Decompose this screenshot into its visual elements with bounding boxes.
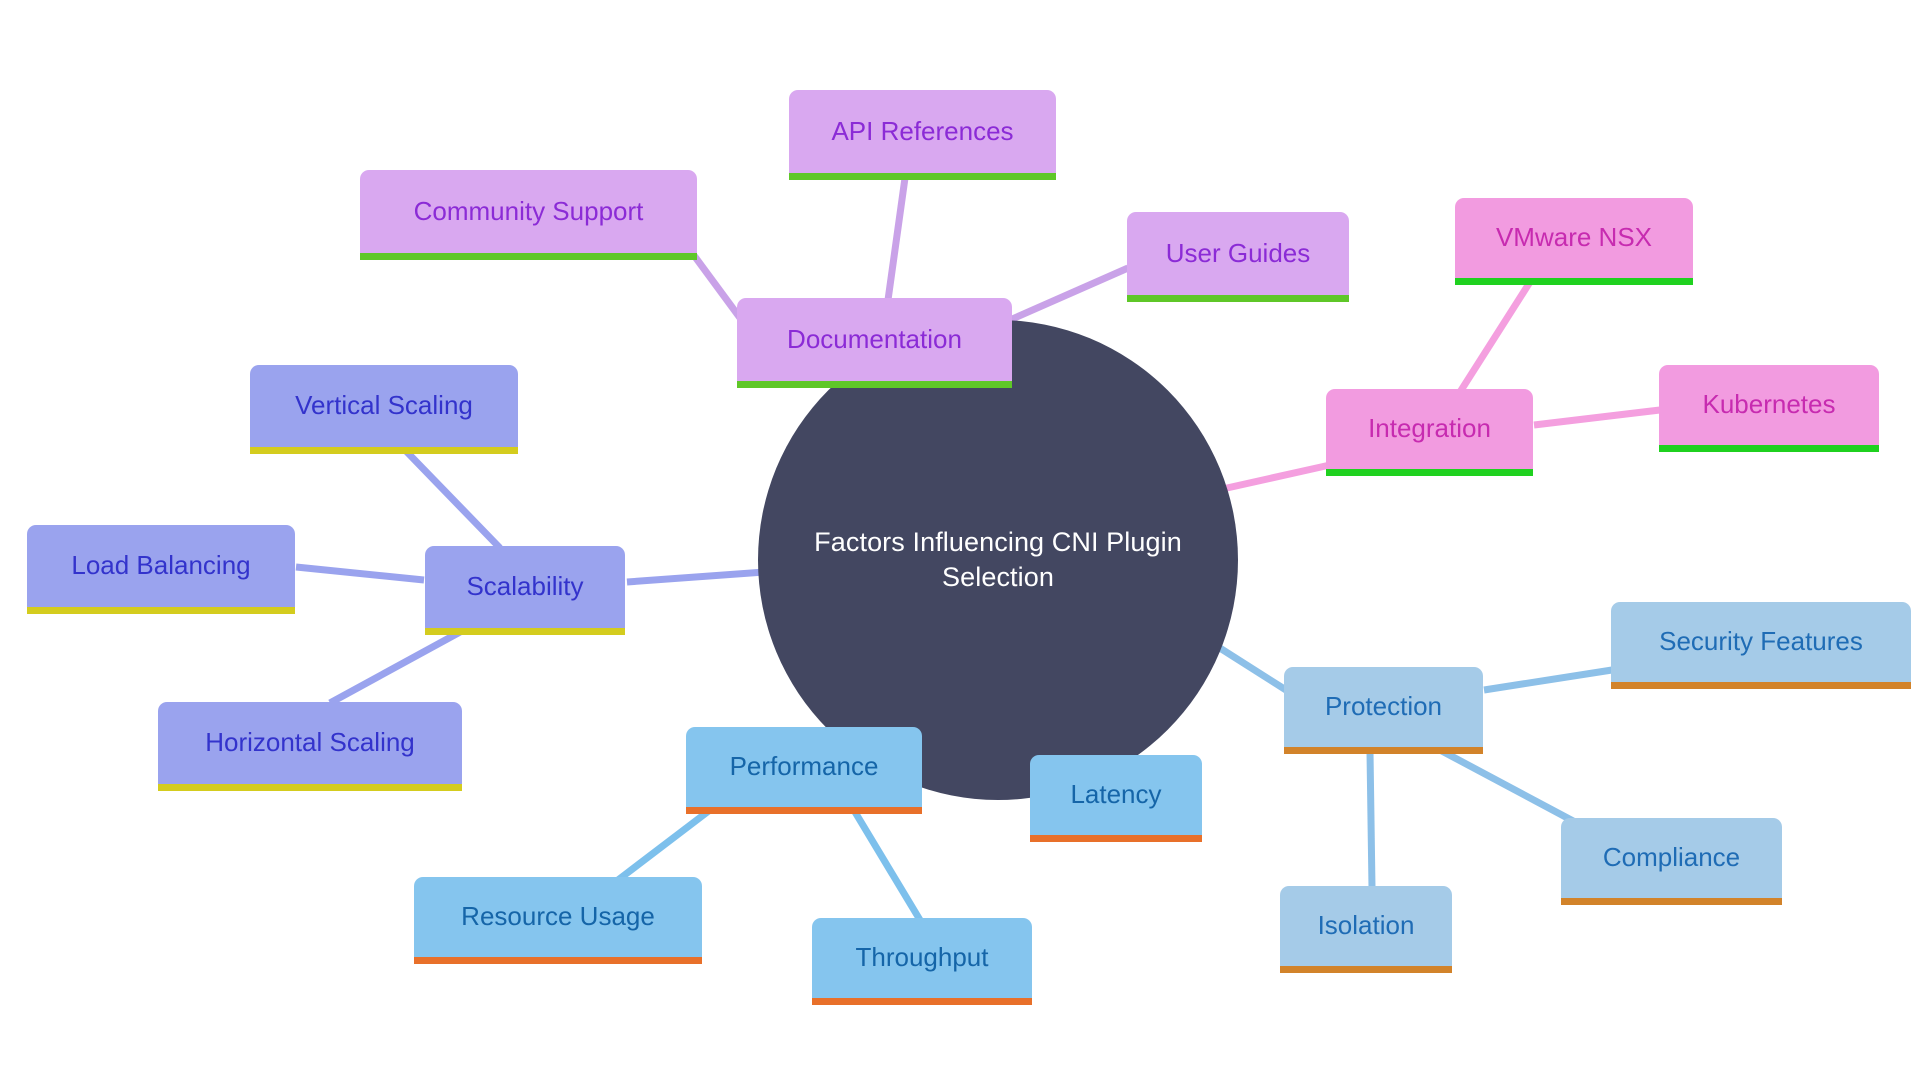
node-label: API References	[831, 115, 1014, 146]
center-to-scalability	[626, 568, 766, 586]
center-to-protection	[1210, 640, 1288, 693]
node-label: Resource Usage	[461, 901, 655, 932]
documentation-to-api-references	[884, 177, 909, 301]
node-label: Horizontal Scaling	[205, 727, 415, 758]
node-label: Load Balancing	[71, 550, 251, 581]
performance-to-resource-usage	[615, 807, 713, 883]
node-accent-underline	[360, 253, 697, 260]
integration-to-vmware-nsx	[1457, 280, 1533, 394]
leaf-node-horizontal-scaling[interactable]: Horizontal Scaling	[158, 702, 462, 791]
leaf-node-throughput[interactable]: Throughput	[812, 918, 1032, 1005]
leaf-node-compliance[interactable]: Compliance	[1561, 818, 1782, 905]
protection-to-compliance	[1438, 746, 1577, 826]
leaf-node-security-features[interactable]: Security Features	[1611, 602, 1911, 689]
leaf-node-latency[interactable]: Latency	[1030, 755, 1202, 842]
node-label: Integration	[1368, 413, 1491, 444]
leaf-node-community-support[interactable]: Community Support	[360, 170, 697, 260]
node-label: Protection	[1324, 691, 1443, 722]
scalability-to-load-balancing	[295, 563, 425, 584]
leaf-node-vertical-scaling[interactable]: Vertical Scaling	[250, 365, 518, 454]
node-label: Latency	[1070, 779, 1162, 810]
node-accent-underline	[158, 784, 462, 791]
node-label: Vertical Scaling	[295, 390, 473, 421]
center-node-label: Factors Influencing CNI Plugin Selection	[814, 527, 1182, 592]
node-accent-underline	[27, 607, 295, 614]
leaf-node-kubernetes[interactable]: Kubernetes	[1659, 365, 1879, 452]
performance-to-throughput	[852, 810, 923, 922]
node-accent-underline	[414, 957, 702, 964]
protection-to-isolation	[1366, 751, 1376, 889]
node-accent-underline	[425, 628, 625, 635]
node-accent-underline	[1659, 445, 1879, 452]
leaf-node-load-balancing[interactable]: Load Balancing	[27, 525, 295, 614]
node-label: User Guides	[1165, 237, 1311, 268]
mindmap-canvas: Factors Influencing CNI Plugin Selection…	[0, 0, 1920, 1080]
node-label: Scalability	[466, 571, 584, 602]
node-label: Documentation	[787, 323, 962, 354]
node-accent-underline	[1280, 966, 1452, 973]
node-accent-underline	[1455, 278, 1693, 285]
protection-to-security-features	[1483, 666, 1613, 694]
node-accent-underline	[1284, 747, 1483, 754]
node-label: Throughput	[855, 942, 989, 973]
leaf-node-isolation[interactable]: Isolation	[1280, 886, 1452, 973]
node-accent-underline	[1127, 295, 1349, 302]
node-label: Compliance	[1602, 842, 1741, 873]
scalability-to-vertical-scaling	[402, 447, 503, 551]
node-accent-underline	[250, 447, 518, 454]
scalability-to-horizontal-scaling	[328, 628, 462, 707]
node-label: Community Support	[413, 195, 644, 226]
node-accent-underline	[1326, 469, 1533, 476]
node-label: VMware NSX	[1495, 222, 1653, 253]
node-accent-underline	[737, 381, 1012, 388]
branch-node-protection[interactable]: Protection	[1284, 667, 1483, 754]
node-label: Security Features	[1659, 626, 1863, 657]
leaf-node-resource-usage[interactable]: Resource Usage	[414, 877, 702, 964]
leaf-node-user-guides[interactable]: User Guides	[1127, 212, 1349, 302]
node-accent-underline	[812, 998, 1032, 1005]
node-accent-underline	[686, 807, 922, 814]
node-accent-underline	[789, 173, 1056, 180]
integration-to-kubernetes	[1533, 406, 1661, 429]
leaf-node-vmware-nsx[interactable]: VMware NSX	[1455, 198, 1693, 285]
branch-node-documentation[interactable]: Documentation	[737, 298, 1012, 388]
branch-node-integration[interactable]: Integration	[1326, 389, 1533, 476]
node-accent-underline	[1611, 682, 1911, 689]
branch-node-performance[interactable]: Performance	[686, 727, 922, 814]
node-label: Performance	[729, 751, 879, 782]
node-accent-underline	[1030, 835, 1202, 842]
branch-node-scalability[interactable]: Scalability	[425, 546, 625, 635]
center-to-integration	[1217, 461, 1331, 494]
node-label: Isolation	[1317, 910, 1415, 941]
node-label: Kubernetes	[1702, 389, 1836, 420]
documentation-to-user-guides	[1008, 264, 1130, 324]
node-accent-underline	[1561, 898, 1782, 905]
leaf-node-api-references[interactable]: API References	[789, 90, 1056, 180]
